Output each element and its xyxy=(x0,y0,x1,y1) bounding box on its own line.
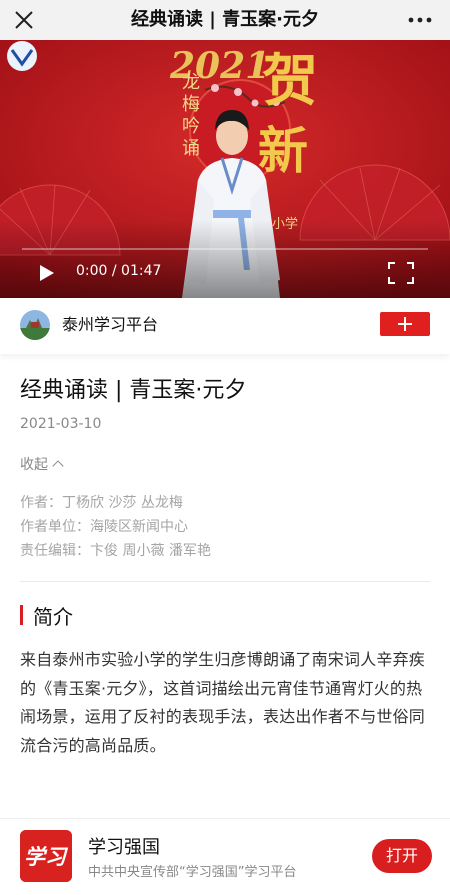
meta-label: 作者单位： xyxy=(20,519,90,535)
follow-button[interactable] xyxy=(380,312,430,336)
section-marker xyxy=(20,605,23,625)
chevron-up-icon xyxy=(52,460,64,472)
svg-text:诵: 诵 xyxy=(182,138,200,159)
article-date: 2021-03-10 xyxy=(20,416,102,432)
collapse-label: 收起 xyxy=(20,457,48,473)
school-logo xyxy=(7,41,37,71)
app-name: 学习强国 xyxy=(88,837,160,858)
close-icon[interactable] xyxy=(12,8,36,32)
article-summary: 来自泰州市实验小学的学生归彦博朗诵了南宋词人辛弃疾的《青玉案·元夕》，这首词描绘… xyxy=(20,650,426,755)
video-blessing-1: 贺 xyxy=(262,48,318,114)
account-row: 泰州学习平台 xyxy=(0,298,450,354)
article-title: 经典诵读 | 青玉案·元夕 xyxy=(20,378,247,403)
svg-text:吟: 吟 xyxy=(182,116,200,137)
app-description: 中共中央宣传部“学习强国”学习平台 xyxy=(88,865,297,880)
editor-row: 责任编辑：卞俊 周小薇 潘军艳 xyxy=(20,540,211,560)
fullscreen-icon[interactable] xyxy=(388,262,414,284)
author-unit-row: 作者单位：海陵区新闻中心 xyxy=(20,516,188,536)
video-controls: 0:00 / 01:47 xyxy=(0,238,450,298)
meta-value: 丁杨欣 沙莎 丛龙梅 xyxy=(62,495,183,511)
section-title: 简介 xyxy=(33,605,73,629)
video-vertical-text: 龙 梅 吟 诵 xyxy=(182,72,200,159)
meta-label: 作者： xyxy=(20,495,62,511)
video-blessing-2: 新 xyxy=(258,121,308,180)
page-title: 经典诵读 | 青玉案·元夕 xyxy=(131,9,319,30)
divider xyxy=(20,581,430,582)
video-time: 0:00 / 01:47 xyxy=(76,263,162,279)
app-logo: 学习 xyxy=(20,830,72,882)
svg-text:梅: 梅 xyxy=(182,94,200,115)
meta-value: 海陵区新闻中心 xyxy=(90,519,188,535)
collapse-toggle[interactable]: 收起 xyxy=(20,454,64,474)
progress-bar[interactable] xyxy=(22,248,428,250)
top-bar: 经典诵读 | 青玉案·元夕 xyxy=(0,0,450,40)
account-avatar[interactable] xyxy=(20,310,50,340)
app-logo-text: 学习 xyxy=(24,844,69,869)
play-icon[interactable] xyxy=(38,264,56,282)
svg-text:龙: 龙 xyxy=(182,72,200,93)
meta-label: 责任编辑： xyxy=(20,543,90,559)
meta-value: 卞俊 周小薇 潘军艳 xyxy=(90,543,211,559)
author-row: 作者：丁杨欣 沙莎 丛龙梅 xyxy=(20,492,183,512)
account-name[interactable]: 泰州学习平台 xyxy=(62,298,158,352)
app-banner: 学习 学习强国 中共中央宣传部“学习强国”学习平台 打开 xyxy=(0,818,450,895)
open-app-button[interactable]: 打开 xyxy=(372,839,432,873)
video-player[interactable]: 2021 贺 新 龙 梅 吟 诵 小学 0:00 / 0 xyxy=(0,40,450,298)
more-options-icon[interactable] xyxy=(408,17,432,23)
